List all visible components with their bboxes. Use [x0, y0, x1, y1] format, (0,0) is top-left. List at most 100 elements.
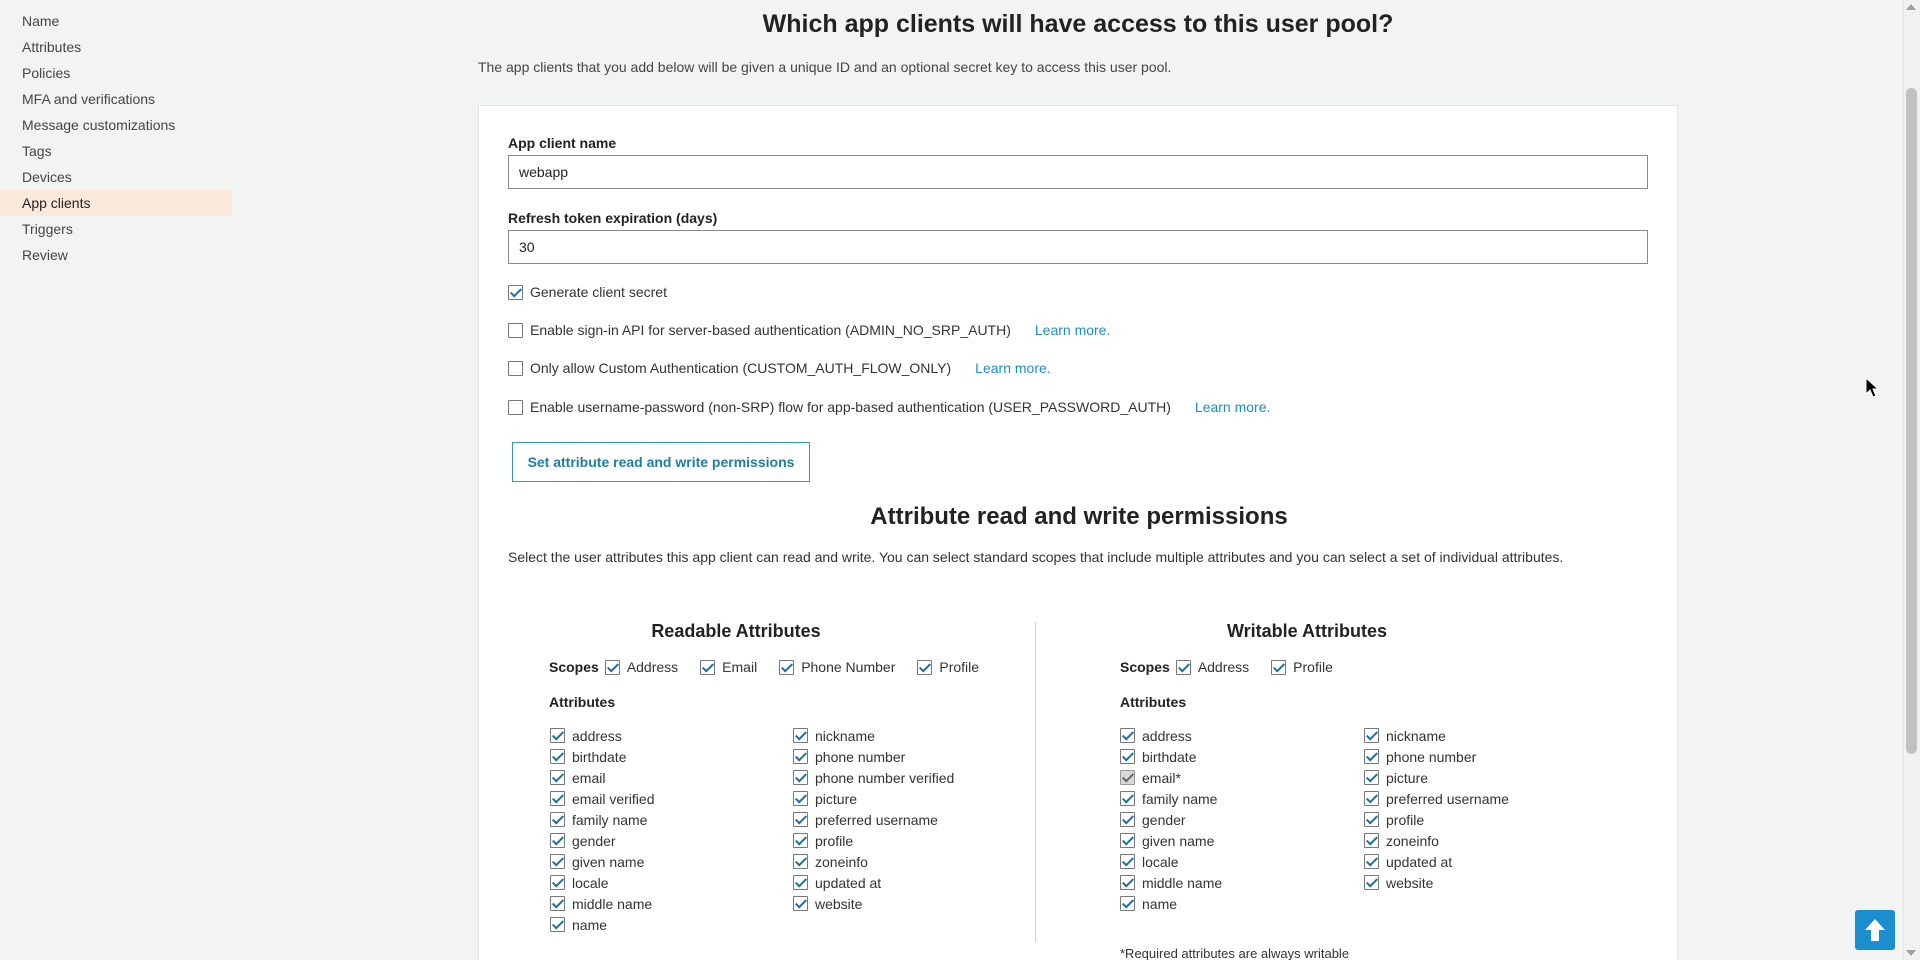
readable-attribute-item[interactable]: middle name	[550, 893, 654, 914]
learn-more-link[interactable]: Learn more.	[1195, 399, 1270, 415]
checkbox[interactable]	[793, 770, 808, 785]
readable-scope-profile[interactable]: Profile	[917, 659, 979, 675]
set-permissions-button[interactable]: Set attribute read and write permissions	[512, 442, 810, 482]
writable-attribute-item[interactable]: profile	[1364, 809, 1509, 830]
checkbox[interactable]	[550, 749, 565, 764]
learn-more-link[interactable]: Learn more.	[1035, 322, 1110, 338]
checkbox[interactable]	[793, 812, 808, 827]
checkbox[interactable]	[1120, 812, 1135, 827]
writable-attribute-item[interactable]: website	[1364, 872, 1509, 893]
checkbox[interactable]	[550, 875, 565, 890]
writable-attribute-item[interactable]: zoneinfo	[1364, 830, 1509, 851]
sidebar-item-app-clients[interactable]: App clients	[0, 190, 232, 216]
readable-attribute-item[interactable]: phone number	[793, 746, 954, 767]
readable-scope-email[interactable]: Email	[700, 659, 757, 675]
readable-attribute-item[interactable]: address	[550, 725, 654, 746]
page-scrollbar[interactable]	[1903, 0, 1920, 960]
readable-attribute-item[interactable]: given name	[550, 851, 654, 872]
checkbox[interactable]	[917, 659, 933, 675]
sidebar-item-review[interactable]: Review	[0, 242, 232, 268]
refresh-expiration-input[interactable]	[508, 230, 1648, 264]
checkbox[interactable]	[550, 854, 565, 869]
checkbox[interactable]	[1364, 854, 1379, 869]
scrollbar-thumb[interactable]	[1906, 88, 1917, 754]
writable-attribute-item[interactable]: updated at	[1364, 851, 1509, 872]
checkbox[interactable]	[550, 833, 565, 848]
writable-attribute-item[interactable]: address	[1120, 725, 1222, 746]
readable-attribute-item[interactable]: family name	[550, 809, 654, 830]
checkbox[interactable]	[550, 917, 565, 932]
checkbox[interactable]	[1364, 791, 1379, 806]
checkbox[interactable]	[1120, 875, 1135, 890]
checkbox[interactable]	[604, 659, 620, 675]
generate-secret-checkbox[interactable]	[508, 284, 523, 300]
sidebar-item-message-customizations[interactable]: Message customizations	[0, 112, 232, 138]
checkbox[interactable]	[1120, 833, 1135, 848]
checkbox[interactable]	[1364, 728, 1379, 743]
custom-auth-checkbox[interactable]	[508, 360, 523, 376]
readable-attribute-item[interactable]: email	[550, 767, 654, 788]
checkbox[interactable]	[1364, 812, 1379, 827]
writable-scope-profile[interactable]: Profile	[1271, 659, 1333, 675]
readable-scope-address[interactable]: Address	[604, 659, 678, 675]
readable-attribute-item[interactable]: picture	[793, 788, 954, 809]
client-name-input[interactable]	[508, 155, 1648, 189]
writable-attribute-item[interactable]: preferred username	[1364, 788, 1509, 809]
readable-attribute-item[interactable]: birthdate	[550, 746, 654, 767]
readable-attribute-item[interactable]: locale	[550, 872, 654, 893]
readable-scope-phone-number[interactable]: Phone Number	[779, 659, 895, 675]
checkbox[interactable]	[1120, 791, 1135, 806]
sidebar-item-mfa[interactable]: MFA and verifications	[0, 86, 232, 112]
checkbox[interactable]	[1120, 896, 1135, 911]
readable-attribute-item[interactable]: gender	[550, 830, 654, 851]
checkbox[interactable]	[550, 728, 565, 743]
writable-attribute-item[interactable]: family name	[1120, 788, 1222, 809]
checkbox[interactable]	[1175, 659, 1191, 675]
checkbox[interactable]	[1120, 728, 1135, 743]
readable-attribute-item[interactable]: website	[793, 893, 954, 914]
checkbox[interactable]	[1271, 659, 1287, 675]
admin-no-srp-checkbox[interactable]	[508, 322, 523, 338]
learn-more-link[interactable]: Learn more.	[975, 360, 1050, 376]
readable-attribute-item[interactable]: phone number verified	[793, 767, 954, 788]
sidebar-item-tags[interactable]: Tags	[0, 138, 232, 164]
readable-attribute-item[interactable]: updated at	[793, 872, 954, 893]
checkbox[interactable]	[1120, 854, 1135, 869]
writable-scope-address[interactable]: Address	[1175, 659, 1249, 675]
writable-attribute-item[interactable]: birthdate	[1120, 746, 1222, 767]
checkbox[interactable]	[793, 896, 808, 911]
checkbox[interactable]	[793, 875, 808, 890]
checkbox[interactable]	[550, 791, 565, 806]
checkbox[interactable]	[779, 659, 795, 675]
checkbox[interactable]	[793, 854, 808, 869]
writable-attribute-item[interactable]: gender	[1120, 809, 1222, 830]
sidebar-item-name[interactable]: Name	[0, 8, 232, 34]
readable-attribute-item[interactable]: preferred username	[793, 809, 954, 830]
checkbox[interactable]	[793, 791, 808, 806]
sidebar-item-triggers[interactable]: Triggers	[0, 216, 232, 242]
sidebar-item-policies[interactable]: Policies	[0, 60, 232, 86]
sidebar-item-attributes[interactable]: Attributes	[0, 34, 232, 60]
scroll-down-arrow-icon[interactable]	[1906, 950, 1916, 956]
writable-attribute-item[interactable]: picture	[1364, 767, 1509, 788]
readable-attribute-item[interactable]: nickname	[793, 725, 954, 746]
readable-attribute-item[interactable]: profile	[793, 830, 954, 851]
back-to-top-button[interactable]	[1855, 910, 1895, 950]
readable-attribute-item[interactable]: email verified	[550, 788, 654, 809]
writable-attribute-item[interactable]: name	[1120, 893, 1222, 914]
readable-attribute-item[interactable]: name	[550, 914, 654, 935]
checkbox[interactable]	[700, 659, 716, 675]
writable-attribute-item[interactable]: email*	[1120, 767, 1222, 788]
readable-attribute-item[interactable]: zoneinfo	[793, 851, 954, 872]
checkbox[interactable]	[1120, 749, 1135, 764]
checkbox[interactable]	[793, 833, 808, 848]
checkbox[interactable]	[1364, 875, 1379, 890]
checkbox[interactable]	[550, 812, 565, 827]
checkbox[interactable]	[793, 749, 808, 764]
checkbox[interactable]	[1364, 833, 1379, 848]
writable-attribute-item[interactable]: phone number	[1364, 746, 1509, 767]
writable-attribute-item[interactable]: nickname	[1364, 725, 1509, 746]
user-password-auth-checkbox[interactable]	[508, 399, 523, 415]
scroll-up-arrow-icon[interactable]	[1906, 4, 1916, 10]
sidebar-item-devices[interactable]: Devices	[0, 164, 232, 190]
